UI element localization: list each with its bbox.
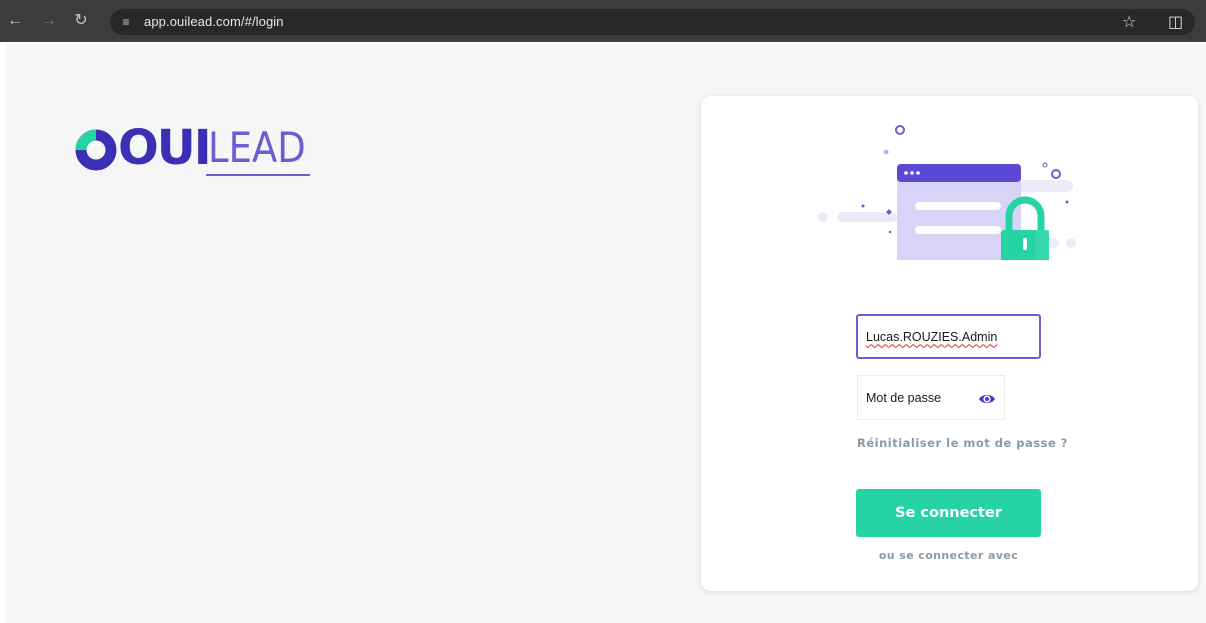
logo-oui-text: OUI [118, 120, 212, 176]
logo-underline [206, 174, 310, 176]
browser-toolbar: ← → ↻ ≡ app.ouilead.com/#/login ☆ ◫ [0, 0, 1206, 42]
username-input[interactable]: Lucas.ROUZIES.Admin [856, 314, 1041, 359]
password-placeholder: Mot de passe [866, 390, 942, 405]
extensions-icon[interactable]: ◫ [1168, 12, 1183, 32]
url-text[interactable]: app.ouilead.com/#/login [144, 14, 284, 29]
back-arrow-icon[interactable]: ← [6, 12, 24, 30]
password-input[interactable]: Mot de passe [857, 375, 1005, 420]
show-password-eye-icon[interactable] [978, 390, 996, 408]
site-info-icon[interactable]: ≡ [118, 14, 134, 30]
alt-login-text: ou se connecter avec [878, 549, 1019, 562]
login-button[interactable]: Se connecter [856, 489, 1041, 537]
forward-arrow-icon[interactable]: → [40, 12, 58, 30]
logo-lead-text: LEAD [208, 123, 306, 172]
ouilead-logo: OUI LEAD [74, 120, 314, 180]
reset-password-link[interactable]: Réinitialiser le mot de passe ? [857, 436, 1068, 450]
reload-icon[interactable]: ↻ [72, 12, 90, 30]
browser-chrome: ← → ↻ ≡ app.ouilead.com/#/login ☆ ◫ [0, 0, 1206, 44]
secure-login-illustration [818, 125, 1076, 260]
bookmark-star-icon[interactable]: ☆ [1122, 12, 1136, 32]
address-bar[interactable]: ≡ app.ouilead.com/#/login ☆ ◫ [110, 9, 1195, 35]
username-value: Lucas.ROUZIES.Admin [866, 329, 998, 344]
